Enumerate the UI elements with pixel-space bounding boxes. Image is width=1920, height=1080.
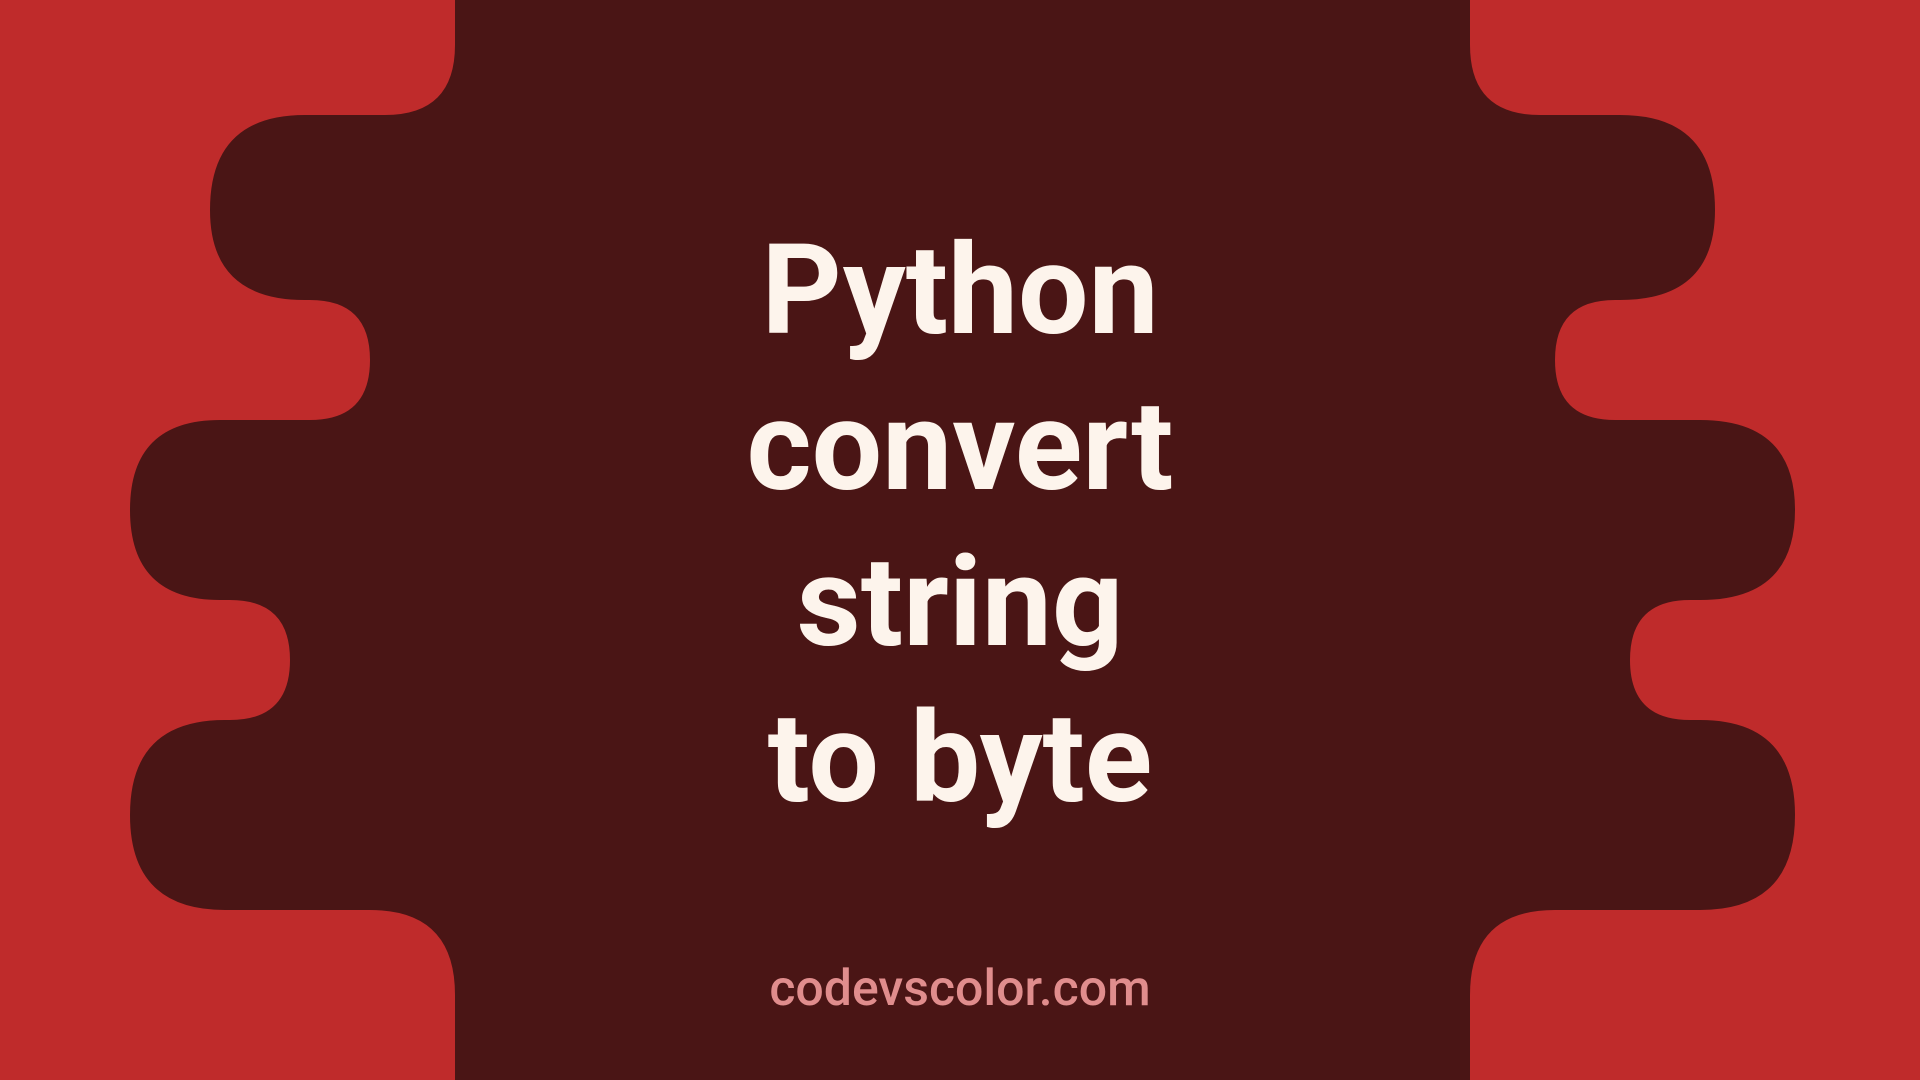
banner-container: Python convert string to byte codevscolo…: [0, 0, 1920, 1080]
title-wrapper: Python convert string to byte: [0, 0, 1920, 1080]
title-line-1: Python: [747, 213, 1174, 369]
title-line-3: string: [747, 525, 1174, 681]
footer-credit: codevscolor.com: [0, 960, 1920, 1018]
title-line-4: to byte: [747, 681, 1174, 837]
title-line-2: convert: [747, 369, 1174, 525]
banner-title: Python convert string to byte: [747, 213, 1174, 838]
